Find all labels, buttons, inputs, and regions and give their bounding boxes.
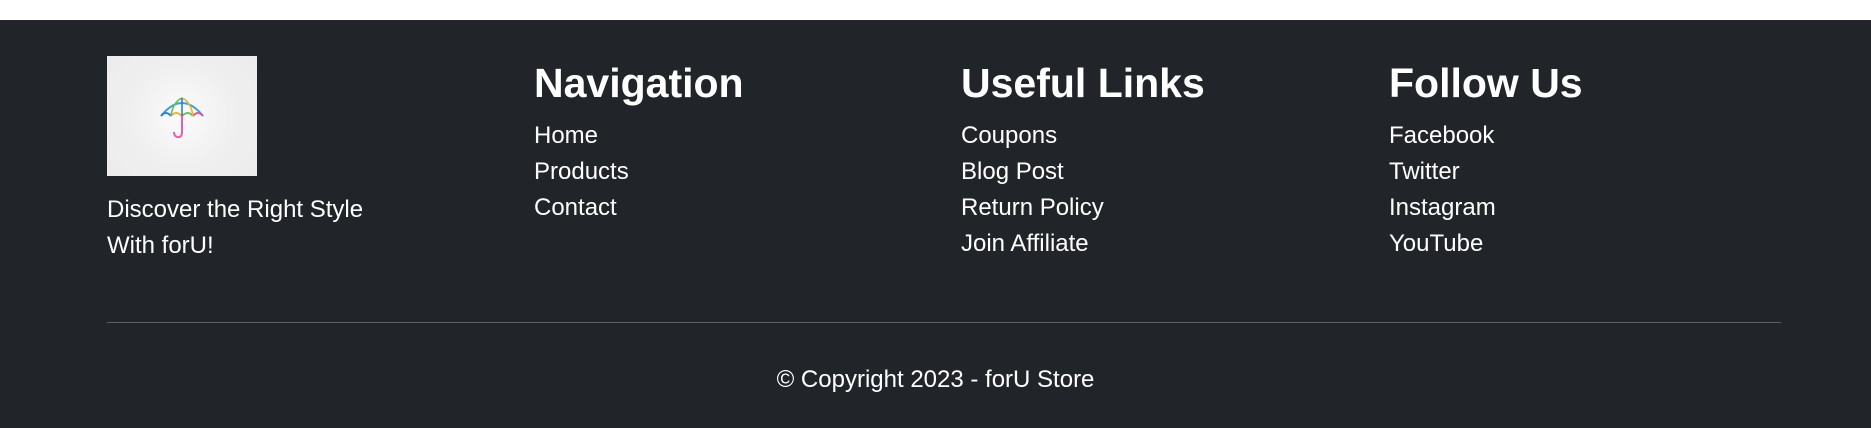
- useful-links-column: Useful Links Coupons Blog Post Return Po…: [961, 56, 1341, 262]
- footer-divider: [107, 322, 1781, 323]
- social-link-facebook[interactable]: Facebook: [1389, 118, 1769, 154]
- useful-links-heading: Useful Links: [961, 60, 1205, 106]
- umbrella-icon: [160, 97, 204, 139]
- navigation-heading: Navigation: [534, 60, 744, 106]
- brand-logo[interactable]: [107, 56, 257, 176]
- useful-link-return-policy[interactable]: Return Policy: [961, 190, 1341, 226]
- social-link-youtube[interactable]: YouTube: [1389, 226, 1769, 262]
- useful-link-blog-post[interactable]: Blog Post: [961, 154, 1341, 190]
- follow-us-column: Follow Us Facebook Twitter Instagram You…: [1389, 56, 1769, 262]
- social-link-instagram[interactable]: Instagram: [1389, 190, 1769, 226]
- navigation-column: Navigation Home Products Contact: [534, 56, 914, 226]
- social-links-list: Facebook Twitter Instagram YouTube: [1389, 118, 1769, 262]
- social-link-twitter[interactable]: Twitter: [1389, 154, 1769, 190]
- brand-tagline: Discover the Right Style With forU!: [107, 196, 364, 259]
- nav-link-products[interactable]: Products: [534, 154, 914, 190]
- useful-link-join-affiliate[interactable]: Join Affiliate: [961, 226, 1341, 262]
- copyright-text: © Copyright 2023 - forU Store: [776, 366, 1095, 393]
- site-footer: Discover the Right Style With forU! Navi…: [0, 20, 1871, 428]
- nav-link-contact[interactable]: Contact: [534, 190, 914, 226]
- top-blank-bar: [0, 0, 1871, 20]
- follow-us-heading: Follow Us: [1389, 60, 1583, 106]
- navigation-list: Home Products Contact: [534, 118, 914, 226]
- nav-link-home[interactable]: Home: [534, 118, 914, 154]
- brand-column: Discover the Right Style With forU!: [107, 56, 427, 264]
- useful-link-coupons[interactable]: Coupons: [961, 118, 1341, 154]
- useful-links-list: Coupons Blog Post Return Policy Join Aff…: [961, 118, 1341, 262]
